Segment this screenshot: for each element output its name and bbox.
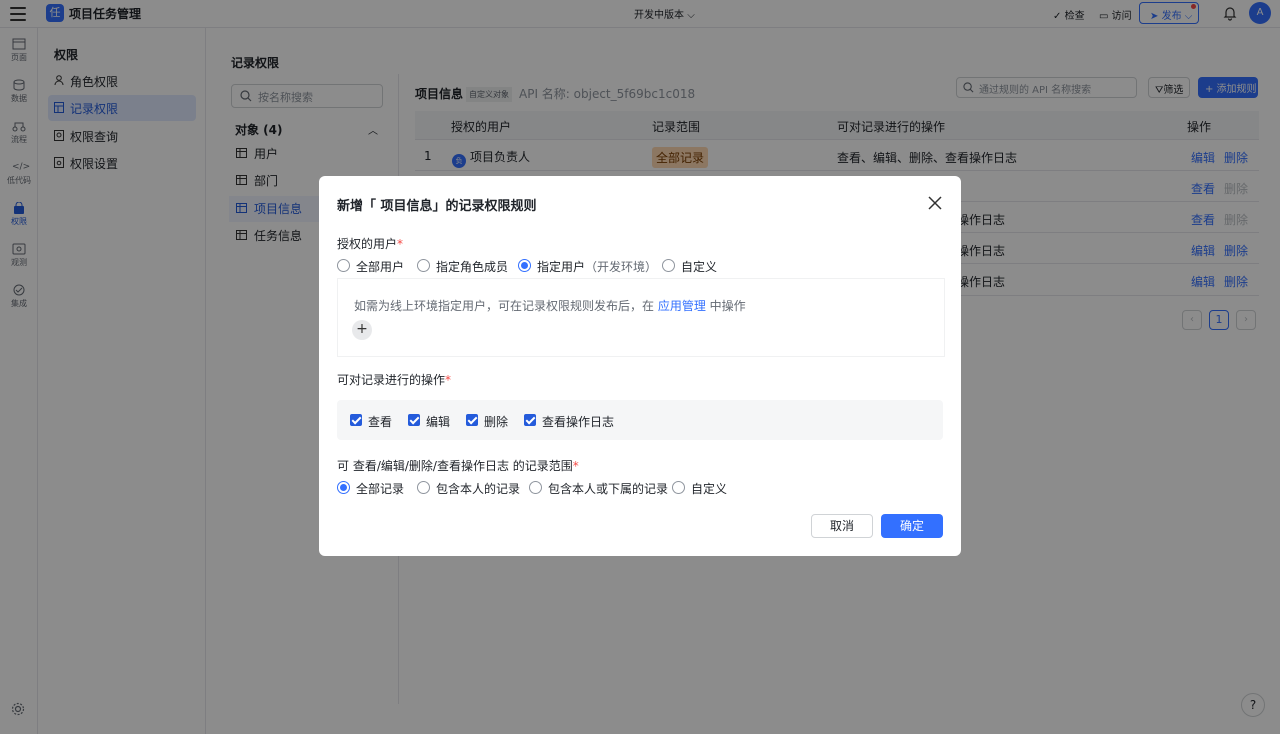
note-text: 如需为线上环境指定用户，可在记录权限规则发布后，在 (354, 299, 658, 313)
ops-field-text: 可对记录进行的操作 (337, 373, 446, 387)
checkbox-label: 查看操作日志 (542, 415, 615, 429)
radio-circle (337, 259, 350, 272)
confirm-button[interactable]: 确定 (881, 514, 943, 538)
option-label: 全部记录 (356, 482, 405, 496)
required-mark: * (445, 373, 452, 387)
radio-circle (417, 259, 430, 272)
user-field-text: 授权的用户 (337, 237, 398, 251)
option-label: 包含本人的记录 (436, 482, 521, 496)
radio-circle (672, 481, 685, 494)
radio-circle (518, 259, 531, 272)
checkbox-checked (466, 414, 478, 426)
option-label: 包含本人或下属的记录 (548, 482, 669, 496)
required-mark: * (572, 459, 579, 473)
radio-circle (417, 481, 430, 494)
note-text: 中操作 (705, 299, 746, 313)
user-option-all[interactable]: 全部用户 (337, 258, 404, 275)
op-checkbox-delete[interactable]: 删除 (466, 413, 508, 430)
option-label: 自定义 (681, 260, 718, 274)
user-option-custom[interactable]: 自定义 (662, 258, 717, 275)
option-label: 自定义 (691, 482, 728, 496)
checkbox-checked (524, 414, 536, 426)
option-label: 指定用户 (537, 260, 586, 274)
checkbox-label: 删除 (484, 415, 509, 429)
user-option-role[interactable]: 指定角色成员 (417, 258, 508, 275)
scope-option-self[interactable]: 包含本人的记录 (417, 480, 520, 497)
plus-icon: + (356, 321, 368, 337)
user-option-specific[interactable]: 指定用户（开发环境） (518, 258, 657, 275)
user-field-label: 授权的用户* (337, 235, 403, 252)
add-rule-dialog: 新增「 项目信息」的记录权限规则 授权的用户* 全部用户 指定角色成员 指定用户… (319, 176, 961, 556)
checkbox-checked (408, 414, 420, 426)
app-management-link[interactable]: 应用管理 (658, 299, 706, 313)
op-checkbox-edit[interactable]: 编辑 (408, 413, 450, 430)
checkbox-label: 查看 (368, 415, 393, 429)
required-mark: * (397, 237, 404, 251)
specified-users-box: 如需为线上环境指定用户，可在记录权限规则发布后，在 应用管理 中操作 + (337, 278, 945, 357)
add-user-button[interactable]: + (352, 320, 372, 340)
op-checkbox-log[interactable]: 查看操作日志 (524, 413, 614, 430)
dialog-title: 新增「 项目信息」的记录权限规则 (337, 199, 537, 214)
op-checkbox-view[interactable]: 查看 (350, 413, 392, 430)
cancel-button[interactable]: 取消 (811, 514, 873, 538)
ops-checkbox-group: 查看 编辑 删除 查看操作日志 (337, 400, 943, 440)
close-icon[interactable] (927, 195, 943, 211)
scope-option-all[interactable]: 全部记录 (337, 480, 404, 497)
checkbox-label: 编辑 (426, 415, 451, 429)
scope-option-self-subordinate[interactable]: 包含本人或下属的记录 (529, 480, 668, 497)
ops-field-label: 可对记录进行的操作* (337, 371, 451, 388)
radio-circle (337, 481, 350, 494)
scope-field-text: 可 查看/编辑/删除/查看操作日志 的记录范围 (337, 459, 573, 473)
checkbox-checked (350, 414, 362, 426)
scope-field-label: 可 查看/编辑/删除/查看操作日志 的记录范围* (337, 457, 579, 474)
option-label: 指定角色成员 (436, 260, 509, 274)
option-sublabel: （开发环境） (585, 260, 658, 274)
env-note: 如需为线上环境指定用户，可在记录权限规则发布后，在 应用管理 中操作 (354, 297, 746, 314)
radio-circle (529, 481, 542, 494)
scope-option-custom[interactable]: 自定义 (672, 480, 727, 497)
option-label: 全部用户 (356, 260, 405, 274)
radio-circle (662, 259, 675, 272)
